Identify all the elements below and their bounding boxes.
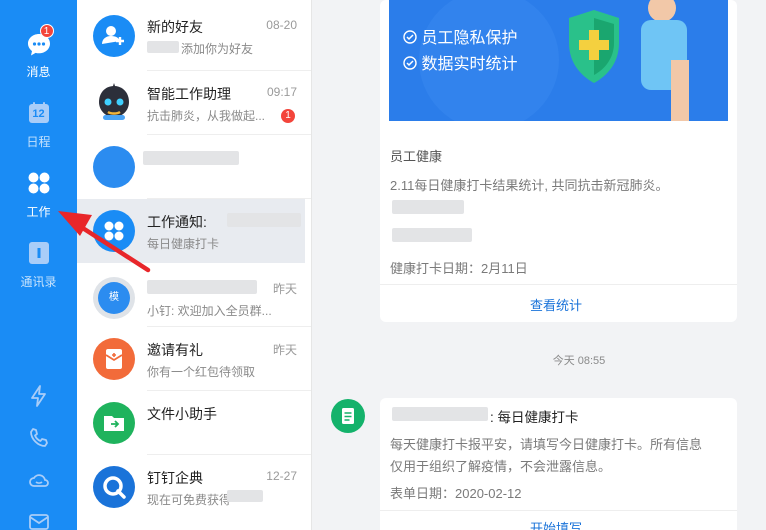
conversation-time: 昨天 <box>272 282 297 296</box>
time-divider: 今天 08:55 <box>552 355 606 367</box>
conversation-preview: 抗击肺炎，从我做起... <box>147 109 266 123</box>
conversation-time: 12-27 <box>266 469 297 483</box>
team-icon: 模 <box>93 277 135 319</box>
card-title: 员工健康 <box>390 149 443 164</box>
form-icon[interactable] <box>331 399 365 433</box>
redacted-text <box>227 490 263 502</box>
conversation-time: 08-20 <box>266 18 297 32</box>
conversation-preview: 每日健康打卡 <box>147 237 220 251</box>
red-packet-icon <box>93 338 135 380</box>
redacted-text <box>392 407 488 421</box>
redacted-text <box>147 41 179 53</box>
group-icon <box>93 146 135 188</box>
work-grid-icon <box>26 170 52 196</box>
calendar-icon: 12 <box>26 100 52 126</box>
check-circle-icon <box>403 30 417 44</box>
folder-icon <box>93 402 135 444</box>
nav-item-work[interactable]: 工作 <box>0 170 77 220</box>
add-friend-icon <box>93 15 135 57</box>
start-filling-link[interactable]: 开始填写 <box>530 518 582 530</box>
nav-item-calendar[interactable]: 12 日程 <box>0 100 77 150</box>
conversation-smart-assistant[interactable]: 智能工作助理 09:17 抗击肺炎，从我做起... 1 <box>77 71 305 135</box>
conversation-file-helper[interactable]: 文件小助手 <box>77 391 305 455</box>
left-nav: 1 消息 12 日程 工作 通讯录 <box>0 0 77 530</box>
cloud-icon[interactable] <box>0 468 77 495</box>
search-icon <box>93 466 135 508</box>
calendar-day: 12 <box>32 108 45 120</box>
conversation-group[interactable] <box>77 135 305 199</box>
conversation-name: 工作通知: <box>147 214 207 230</box>
conversation-new-friends[interactable]: 新的好友 08-20 添加你为好友 <box>77 4 305 68</box>
divider <box>380 284 737 285</box>
banner-feature-text: 数据实时统计 <box>421 56 518 73</box>
unread-badge: 1 <box>39 24 54 38</box>
conversation-name: 钉钉企典 <box>147 470 203 486</box>
banner-feature: 数据实时统计 <box>403 50 517 74</box>
unread-badge: 1 <box>281 109 295 123</box>
phone-icon[interactable] <box>0 426 77 453</box>
view-stats-link[interactable]: 查看统计 <box>530 295 582 314</box>
nav-label: 消息 <box>26 65 51 79</box>
nav-label: 通讯录 <box>20 275 57 289</box>
conversation-time: 09:17 <box>266 85 297 99</box>
banner-feature-text: 员工隐私保护 <box>421 30 518 47</box>
redacted-text <box>392 200 464 214</box>
card-date: 健康打卡日期：2月11日 <box>390 261 528 276</box>
conversation-name: 新的好友 <box>147 19 203 35</box>
redacted-text <box>227 213 301 227</box>
card-date: 表单日期：2020-02-12 <box>390 486 522 501</box>
redacted-text <box>147 280 257 294</box>
redacted-text <box>143 151 239 165</box>
nav-item-messages[interactable]: 1 消息 <box>0 24 77 80</box>
conversation-name: 邀请有礼 <box>147 342 203 358</box>
contacts-icon <box>26 240 52 266</box>
conversation-list: 新的好友 08-20 添加你为好友 智能工作助理 09:17 抗击肺炎，从我做起… <box>77 0 312 530</box>
conversation-name: 智能工作助理 <box>147 86 231 102</box>
nav-item-contacts[interactable]: 通讯录 <box>0 240 77 290</box>
conversation-all-staff-group[interactable]: 模 昨天 小钉: 欢迎加入全员群... <box>77 266 305 330</box>
nav-label: 日程 <box>26 135 51 149</box>
robot-icon <box>93 82 135 124</box>
card-title: : 每日健康打卡 <box>490 410 579 425</box>
conversation-name: 文件小助手 <box>147 406 217 422</box>
lightning-icon[interactable] <box>0 384 77 411</box>
card-banner: 员工隐私保护 数据实时统计 <box>389 0 728 121</box>
card-description-line: 仅用于组织了解疫情，不会泄露信息。 <box>390 459 612 474</box>
redacted-text <box>392 228 472 242</box>
card-description-line: 每天健康打卡报平安，请填写今日健康打卡。所有信息 <box>390 437 703 452</box>
work-grid-icon <box>93 210 135 252</box>
conversation-preview: 小钉: 欢迎加入全员群... <box>147 304 272 318</box>
conversation-enterprise-directory[interactable]: 钉钉企典 12-27 现在可免费获得 <box>77 455 305 519</box>
check-circle-icon <box>403 56 417 70</box>
divider <box>380 510 737 511</box>
banner-feature: 员工隐私保护 <box>403 24 517 48</box>
nav-label: 工作 <box>26 205 51 219</box>
team-avatar-text: 模 <box>98 282 130 314</box>
card-description: 2.11每日健康打卡结果统计, 共同抗击新冠肺炎。 <box>390 178 669 193</box>
conversation-preview: 现在可免费获得 <box>147 493 232 507</box>
mail-icon[interactable] <box>0 510 77 530</box>
message-bubble-icon: 1 <box>26 24 54 58</box>
conversation-preview: 添加你为好友 <box>181 42 254 56</box>
conversation-work-notification[interactable]: 工作通知: 每日健康打卡 <box>77 199 305 263</box>
